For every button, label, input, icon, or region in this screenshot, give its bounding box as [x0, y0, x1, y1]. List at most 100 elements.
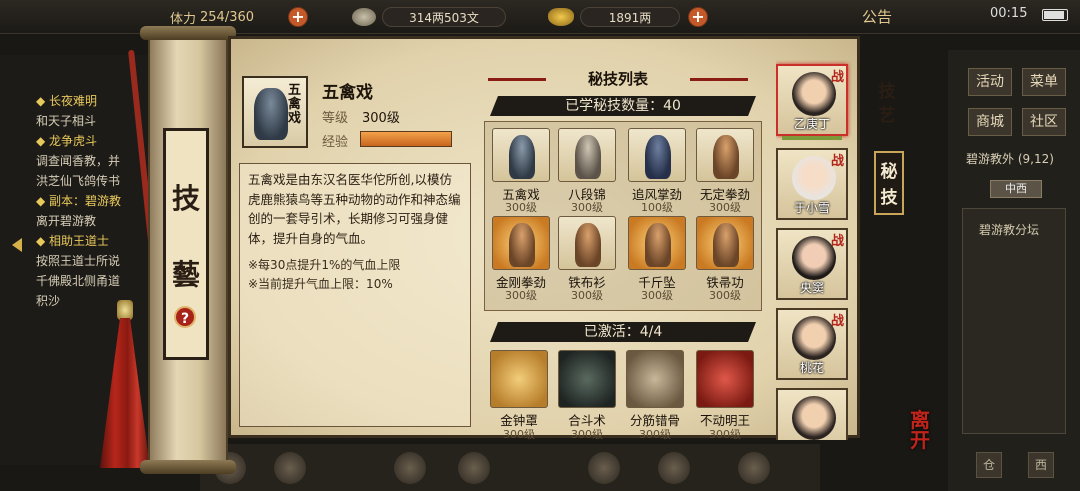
- leave-button[interactable]: 离开: [910, 410, 950, 456]
- selected-skill-icon: 五禽戏: [242, 76, 308, 148]
- skill-card[interactable]: 追风掌劲 100级: [626, 126, 688, 214]
- bottom-item[interactable]: [266, 452, 314, 488]
- active-skill-level: 300级: [503, 428, 535, 441]
- battle-badge: 战: [830, 234, 844, 249]
- bottom-item[interactable]: [386, 452, 434, 488]
- skill-card-level: 300级: [709, 201, 741, 214]
- martial-figure-icon: [509, 223, 535, 267]
- character-name: 桃花: [799, 361, 824, 375]
- tab-char-1: 技: [171, 182, 200, 215]
- active-skill-card[interactable]: 不动明王 300级: [694, 348, 756, 441]
- skill-name: 五禽戏: [322, 83, 373, 103]
- level-label: 等级: [322, 111, 349, 126]
- character-name: 央窦: [799, 281, 824, 295]
- quest-desc: 洪芝仙飞鸽传书: [36, 174, 121, 188]
- character-card[interactable]: 战 乙庚丁: [776, 64, 848, 140]
- quest-desc: 调查闻香教，并: [36, 154, 121, 168]
- character-card[interactable]: 战 央窦: [776, 228, 848, 300]
- tab-secret-skills[interactable]: 秘技: [874, 151, 904, 215]
- stamina-value: 254/360: [200, 9, 255, 25]
- skill-description-box: 五禽戏是由东汉名医华佗所创,以模仿虎鹿熊猿鸟等五种动物的动作和神态编创的一套导引…: [239, 163, 471, 427]
- skill-card-level: 300级: [709, 289, 741, 302]
- active-skill-card[interactable]: 分筋错骨 300级: [624, 348, 686, 441]
- skill-thumb: [696, 216, 754, 270]
- character-hp-bar: [782, 136, 842, 140]
- skill-card-level: 300级: [641, 289, 673, 302]
- skill-thumb: [696, 128, 754, 182]
- scroll-cap-top: [140, 26, 236, 40]
- character-card[interactable]: 战 桃花: [776, 308, 848, 380]
- tassel-bead: [117, 300, 133, 320]
- skill-card[interactable]: 铁布衫 300级: [556, 214, 618, 302]
- skill-card-level: 300级: [505, 201, 537, 214]
- skill-calligraphy: 五禽戏: [288, 83, 302, 126]
- skill-card[interactable]: 千斤坠 300级: [626, 214, 688, 302]
- skill-card-level: 100级: [641, 201, 673, 214]
- skill-card[interactable]: 八段锦 300级: [556, 126, 618, 214]
- skill-note-1: ※每30点提升1%的气血上限: [248, 258, 401, 272]
- skill-thumb: [492, 216, 550, 270]
- battle-badge: 战: [830, 70, 844, 85]
- copper-display: 314两503文: [352, 6, 506, 28]
- quest-desc: 按照王道士所说: [36, 254, 121, 268]
- skill-card[interactable]: 铁帚功 300级: [694, 214, 756, 302]
- active-skill-card[interactable]: 金钟罩 300级: [488, 348, 550, 441]
- quest-title[interactable]: ◆ 副本：碧游教: [36, 192, 121, 209]
- copper-value: 314两503文: [382, 7, 506, 27]
- bottom-item[interactable]: [730, 452, 778, 488]
- quest-desc: 离开碧游教: [36, 214, 97, 228]
- help-button[interactable]: ?: [174, 306, 196, 328]
- skill-thumb: [628, 128, 686, 182]
- quest-title[interactable]: ◆ 长夜难明: [36, 92, 97, 109]
- quest-title[interactable]: ◆ 龙争虎斗: [36, 132, 97, 149]
- quest-desc: 千佛殿北侧甬道: [36, 274, 121, 288]
- area-info-box: 碧游教分坛: [962, 208, 1066, 434]
- guild-icon: [588, 452, 620, 484]
- add-stamina-button[interactable]: +: [288, 7, 308, 27]
- clock: 00:15: [990, 6, 1028, 21]
- skill-card[interactable]: 无定拳劲 300级: [694, 126, 756, 214]
- skill-thumb: [558, 216, 616, 270]
- tab-art[interactable]: 技艺: [872, 80, 902, 128]
- skill-thumb: [628, 216, 686, 270]
- character-list: 战 乙庚丁 战 于小雪 战 央窦 战 桃花: [776, 60, 852, 440]
- character-portrait: [792, 316, 836, 360]
- level-value: 300级: [362, 111, 400, 126]
- active-skill-thumb: [696, 350, 754, 408]
- character-card[interactable]: 战 于小雪: [776, 148, 848, 220]
- gold-ingot-icon: [548, 8, 574, 26]
- active-skill-level: 300级: [639, 428, 671, 441]
- menu-button[interactable]: 菜单: [1022, 68, 1066, 96]
- community-button[interactable]: 社区: [1022, 108, 1066, 136]
- character-card[interactable]: [776, 388, 848, 440]
- skill-thumb: [558, 128, 616, 182]
- stamina-label: 体力: [170, 11, 197, 27]
- activity-button[interactable]: 活动: [968, 68, 1012, 96]
- warehouse-button[interactable]: 仓: [976, 452, 1002, 478]
- stamina-display: 体力 254/360: [170, 6, 254, 28]
- left-arrow-icon[interactable]: [12, 238, 22, 252]
- bottom-menu-bar: [200, 444, 820, 491]
- minimap-toggle[interactable]: 中西: [990, 180, 1042, 198]
- active-skill-level: 300级: [709, 428, 741, 441]
- shop-button[interactable]: 商城: [968, 108, 1012, 136]
- add-gold-button[interactable]: +: [688, 7, 708, 27]
- west-button[interactable]: 西: [1028, 452, 1054, 478]
- skill-card[interactable]: 金刚拳劲 300级: [490, 214, 552, 302]
- skill-card-level: 300级: [505, 289, 537, 302]
- bottom-item[interactable]: [450, 452, 498, 488]
- bottom-item[interactable]: [580, 452, 628, 488]
- active-skill-thumb: [626, 350, 684, 408]
- notice-button[interactable]: 公告: [862, 6, 892, 27]
- location-text: 碧游教外 (9,12): [966, 152, 1054, 166]
- active-skill-card[interactable]: 合斗术 300级: [556, 348, 618, 441]
- quest-title[interactable]: ◆ 相助王道士: [36, 232, 109, 249]
- skill-description: 五禽戏是由东汉名医华佗所创,以模仿虎鹿熊猿鸟等五种动物的动作和神态编创的一套导引…: [248, 172, 461, 246]
- scroll-cap-bottom: [140, 460, 236, 474]
- exp-bar: [360, 131, 452, 147]
- battery-icon: [1042, 9, 1068, 21]
- map-icon: [738, 452, 770, 484]
- skill-card[interactable]: 五禽戏 300级: [490, 126, 552, 214]
- bottom-item[interactable]: [650, 452, 698, 488]
- silver-coin-icon: [352, 8, 376, 26]
